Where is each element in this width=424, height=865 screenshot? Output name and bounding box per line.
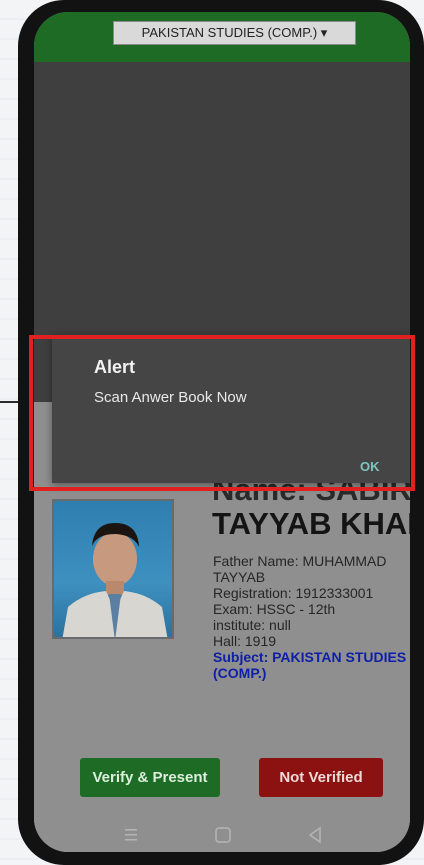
student-photo <box>52 499 174 639</box>
highlight-annotation-box <box>29 335 415 491</box>
student-details: Father Name: MUHAMMAD TAYYAB Registratio… <box>213 553 410 681</box>
institute: institute: null <box>213 617 291 633</box>
not-verified-button[interactable]: Not Verified <box>259 758 383 797</box>
father-name: Father Name: MUHAMMAD <box>213 553 387 569</box>
triangle-back-icon[interactable] <box>304 824 326 846</box>
subject-dropdown[interactable]: PAKISTAN STUDIES (COMP.) ▾ <box>113 21 356 45</box>
top-bar: PAKISTAN STUDIES (COMP.) ▾ <box>34 12 410 62</box>
registration: Registration: 1912333001 <box>213 585 374 601</box>
subject: Subject: PAKISTAN STUDIES <box>213 649 407 665</box>
system-nav-bar <box>34 818 410 852</box>
student-name-line2: TAYYAB KHAN <box>212 506 410 541</box>
hall: Hall: 1919 <box>213 633 277 649</box>
verify-present-button[interactable]: Verify & Present <box>80 758 220 797</box>
exam: Exam: HSSC - 12th <box>213 601 336 617</box>
father-name-cont: TAYYAB <box>213 569 266 585</box>
subject-cont: (COMP.) <box>213 665 267 681</box>
square-home-icon[interactable] <box>212 824 234 846</box>
menu-lines-icon[interactable] <box>120 824 142 846</box>
